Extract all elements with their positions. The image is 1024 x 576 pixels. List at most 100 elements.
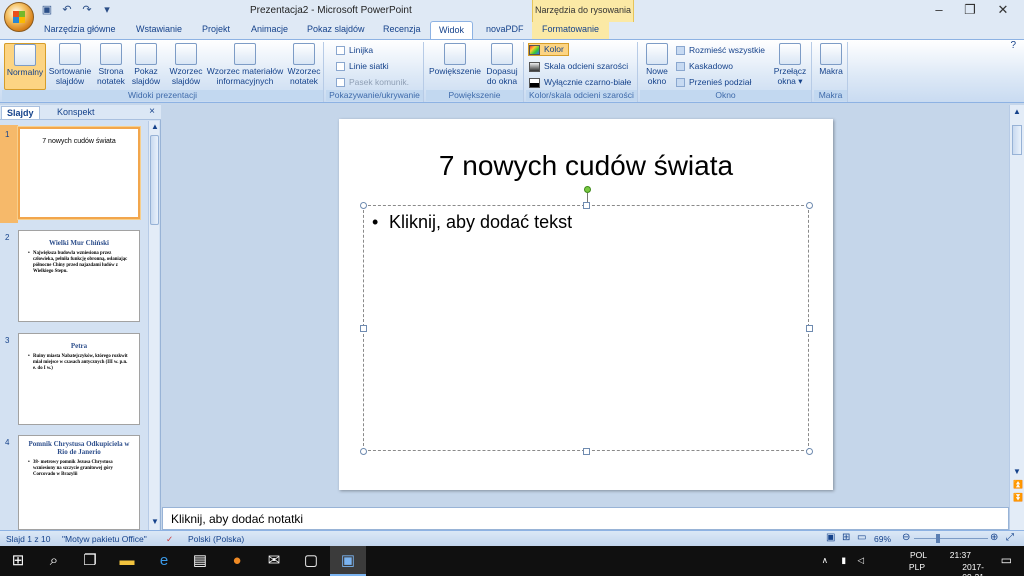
volume-icon[interactable]: ◁ bbox=[857, 555, 864, 566]
network-icon[interactable]: ▮ bbox=[841, 555, 846, 566]
scroll-up-icon[interactable]: ▲ bbox=[1013, 107, 1021, 116]
resize-handle[interactable] bbox=[360, 448, 367, 455]
language-indicator[interactable]: Polski (Polska) bbox=[188, 534, 244, 544]
tab-design[interactable]: Projekt bbox=[202, 24, 230, 34]
firefox-icon[interactable]: ● bbox=[219, 546, 255, 576]
normal-view-status-icon[interactable]: ▣ bbox=[826, 532, 835, 543]
tab-slides[interactable]: Slajdy bbox=[1, 106, 40, 119]
zoom-level[interactable]: 69% bbox=[874, 534, 891, 544]
normal-view-button[interactable]: Normalny bbox=[4, 43, 46, 90]
resize-handle[interactable] bbox=[806, 448, 813, 455]
tab-slideshow[interactable]: Pokaz slajdów bbox=[307, 24, 365, 34]
redo-icon[interactable]: ↷ bbox=[80, 3, 94, 17]
clock-date[interactable]: 2017-09-21 bbox=[962, 562, 984, 576]
slide-thumbnail-4[interactable]: Pomnik Chrystusa Odkupiciela w Rio de Ja… bbox=[18, 435, 140, 530]
zoom-in-icon[interactable]: ⊕ bbox=[990, 532, 998, 543]
ruler-checkbox[interactable]: Linijka bbox=[336, 44, 373, 57]
minimize-icon[interactable]: – bbox=[924, 2, 954, 17]
task-view-icon[interactable]: ❐ bbox=[72, 546, 108, 576]
color-button[interactable]: Kolor bbox=[528, 43, 569, 56]
notes-master-button[interactable]: Wzorzec notatek bbox=[286, 43, 322, 86]
scroll-thumb[interactable] bbox=[1012, 125, 1022, 155]
tab-home[interactable]: Narzędzia główne bbox=[44, 24, 116, 34]
slideshow-status-icon[interactable]: ▭ bbox=[857, 532, 866, 543]
arrange-all-button[interactable]: Rozmieść wszystkie bbox=[676, 44, 765, 57]
next-slide-icon[interactable]: ⏬ bbox=[1013, 493, 1023, 502]
zoom-button[interactable]: Powiększenie bbox=[428, 43, 482, 76]
tab-animations[interactable]: Animacje bbox=[251, 24, 288, 34]
fit-slide-icon[interactable]: ⤢ bbox=[1006, 532, 1014, 543]
previous-slide-icon[interactable]: ⏫ bbox=[1013, 480, 1023, 489]
tab-novapdf[interactable]: novaPDF bbox=[486, 24, 524, 34]
resize-handle[interactable] bbox=[583, 448, 590, 455]
windows-start-icon[interactable]: ⊞ bbox=[0, 546, 36, 576]
spellcheck-icon[interactable]: ✓ bbox=[166, 534, 173, 545]
theme-name[interactable]: "Motyw pakietu Office" bbox=[62, 534, 147, 544]
search-icon[interactable]: ⌕ bbox=[36, 546, 72, 576]
zoom-slider-thumb[interactable] bbox=[936, 534, 940, 543]
notes-pane[interactable]: Kliknij, aby dodać notatki bbox=[162, 507, 1009, 530]
mail-icon[interactable]: ✉ bbox=[256, 546, 292, 576]
sorter-view-status-icon[interactable]: ⊞ bbox=[842, 532, 850, 543]
scroll-up-icon[interactable]: ▲ bbox=[151, 122, 159, 131]
zoom-out-icon[interactable]: ⊖ bbox=[902, 532, 910, 543]
notifications-icon[interactable]: ▭ bbox=[1001, 553, 1012, 567]
keyboard-layout[interactable]: PLP bbox=[909, 562, 925, 572]
slide-canvas[interactable]: 7 nowych cudów świata • Kliknij, aby dod… bbox=[339, 119, 833, 490]
powerpoint-taskbar-icon[interactable]: ▣ bbox=[330, 546, 366, 576]
close-icon[interactable]: ✕ bbox=[988, 2, 1018, 18]
slide-thumbnail-1[interactable]: 7 nowych cudów świata bbox=[18, 127, 140, 219]
grayscale-button[interactable]: Skala odcieni szarości bbox=[529, 60, 628, 73]
notes-placeholder[interactable]: Kliknij, aby dodać notatki bbox=[171, 512, 303, 526]
resize-handle[interactable] bbox=[583, 202, 590, 209]
rotation-handle[interactable] bbox=[584, 186, 591, 193]
content-placeholder-text[interactable]: Kliknij, aby dodać tekst bbox=[389, 212, 572, 233]
app-window-icon[interactable]: ▢ bbox=[293, 546, 329, 576]
slide-title[interactable]: 7 nowych cudów świata bbox=[339, 150, 833, 182]
resize-handle[interactable] bbox=[806, 325, 813, 332]
tab-format[interactable]: Formatowanie bbox=[532, 22, 610, 39]
tab-view[interactable]: Widok bbox=[430, 21, 474, 39]
store-icon[interactable]: ▤ bbox=[182, 546, 218, 576]
slides-pane-scrollbar[interactable]: ▲ ▼ bbox=[148, 121, 159, 530]
gridlines-checkbox[interactable]: Linie siatki bbox=[336, 60, 389, 73]
resize-handle[interactable] bbox=[806, 202, 813, 209]
save-icon[interactable]: ▣ bbox=[40, 3, 54, 17]
help-icon[interactable]: ? bbox=[1010, 40, 1016, 51]
scroll-thumb[interactable] bbox=[150, 135, 159, 225]
cascade-button[interactable]: Kaskadowo bbox=[676, 60, 733, 73]
close-pane-icon[interactable]: × bbox=[149, 106, 155, 117]
tray-arrow-icon[interactable]: ∧ bbox=[822, 555, 828, 566]
switch-windows-button[interactable]: Przełącz okna ▾ bbox=[772, 43, 808, 86]
editor-scrollbar[interactable]: ▲ ▼ ⏫ ⏬ bbox=[1009, 105, 1024, 530]
slide-thumbnail-3[interactable]: Petra Ruiny miasta Nabatejczyków, któreg… bbox=[18, 333, 140, 425]
move-split-button[interactable]: Przenieś podział bbox=[676, 76, 751, 89]
edge-browser-icon[interactable]: e bbox=[146, 546, 182, 576]
customize-qat-icon[interactable]: ▾ bbox=[100, 3, 114, 17]
handout-master-button[interactable]: Wzorzec materiałów informacyjnych bbox=[205, 43, 285, 86]
slide-thumbnail-2[interactable]: Wielki Mur Chiński Największa budowla wz… bbox=[18, 230, 140, 322]
tab-outline[interactable]: Konspekt bbox=[52, 106, 100, 118]
black-white-button[interactable]: Wyłącznie czarno-białe bbox=[529, 76, 631, 89]
scroll-down-icon[interactable]: ▼ bbox=[1013, 467, 1021, 476]
resize-handle[interactable] bbox=[360, 325, 367, 332]
resize-handle[interactable] bbox=[360, 202, 367, 209]
office-button[interactable] bbox=[4, 2, 34, 32]
clock-time[interactable]: 21:37 bbox=[950, 550, 971, 560]
restore-icon[interactable]: ❐ bbox=[955, 2, 985, 18]
file-explorer-icon[interactable]: ▬ bbox=[109, 546, 145, 576]
slideshow-button[interactable]: Pokaz slajdów bbox=[130, 43, 162, 86]
slide-sorter-button[interactable]: Sortowanie slajdów bbox=[48, 43, 92, 86]
notes-page-button[interactable]: Strona notatek bbox=[94, 43, 128, 86]
content-placeholder[interactable]: • Kliknij, aby dodać tekst bbox=[360, 186, 813, 455]
input-language[interactable]: POL bbox=[910, 550, 927, 560]
slide-master-button[interactable]: Wzorzec slajdów bbox=[168, 43, 204, 86]
macros-button[interactable]: Makra bbox=[816, 43, 846, 76]
undo-icon[interactable]: ↶ bbox=[60, 3, 74, 17]
new-window-button[interactable]: Nowe okno bbox=[643, 43, 671, 86]
fit-to-window-button[interactable]: Dopasuj do okna bbox=[484, 43, 520, 86]
scroll-down-icon[interactable]: ▼ bbox=[151, 517, 159, 526]
zoom-slider[interactable] bbox=[914, 538, 988, 539]
tab-review[interactable]: Recenzja bbox=[383, 24, 421, 34]
tab-insert[interactable]: Wstawianie bbox=[136, 24, 182, 34]
